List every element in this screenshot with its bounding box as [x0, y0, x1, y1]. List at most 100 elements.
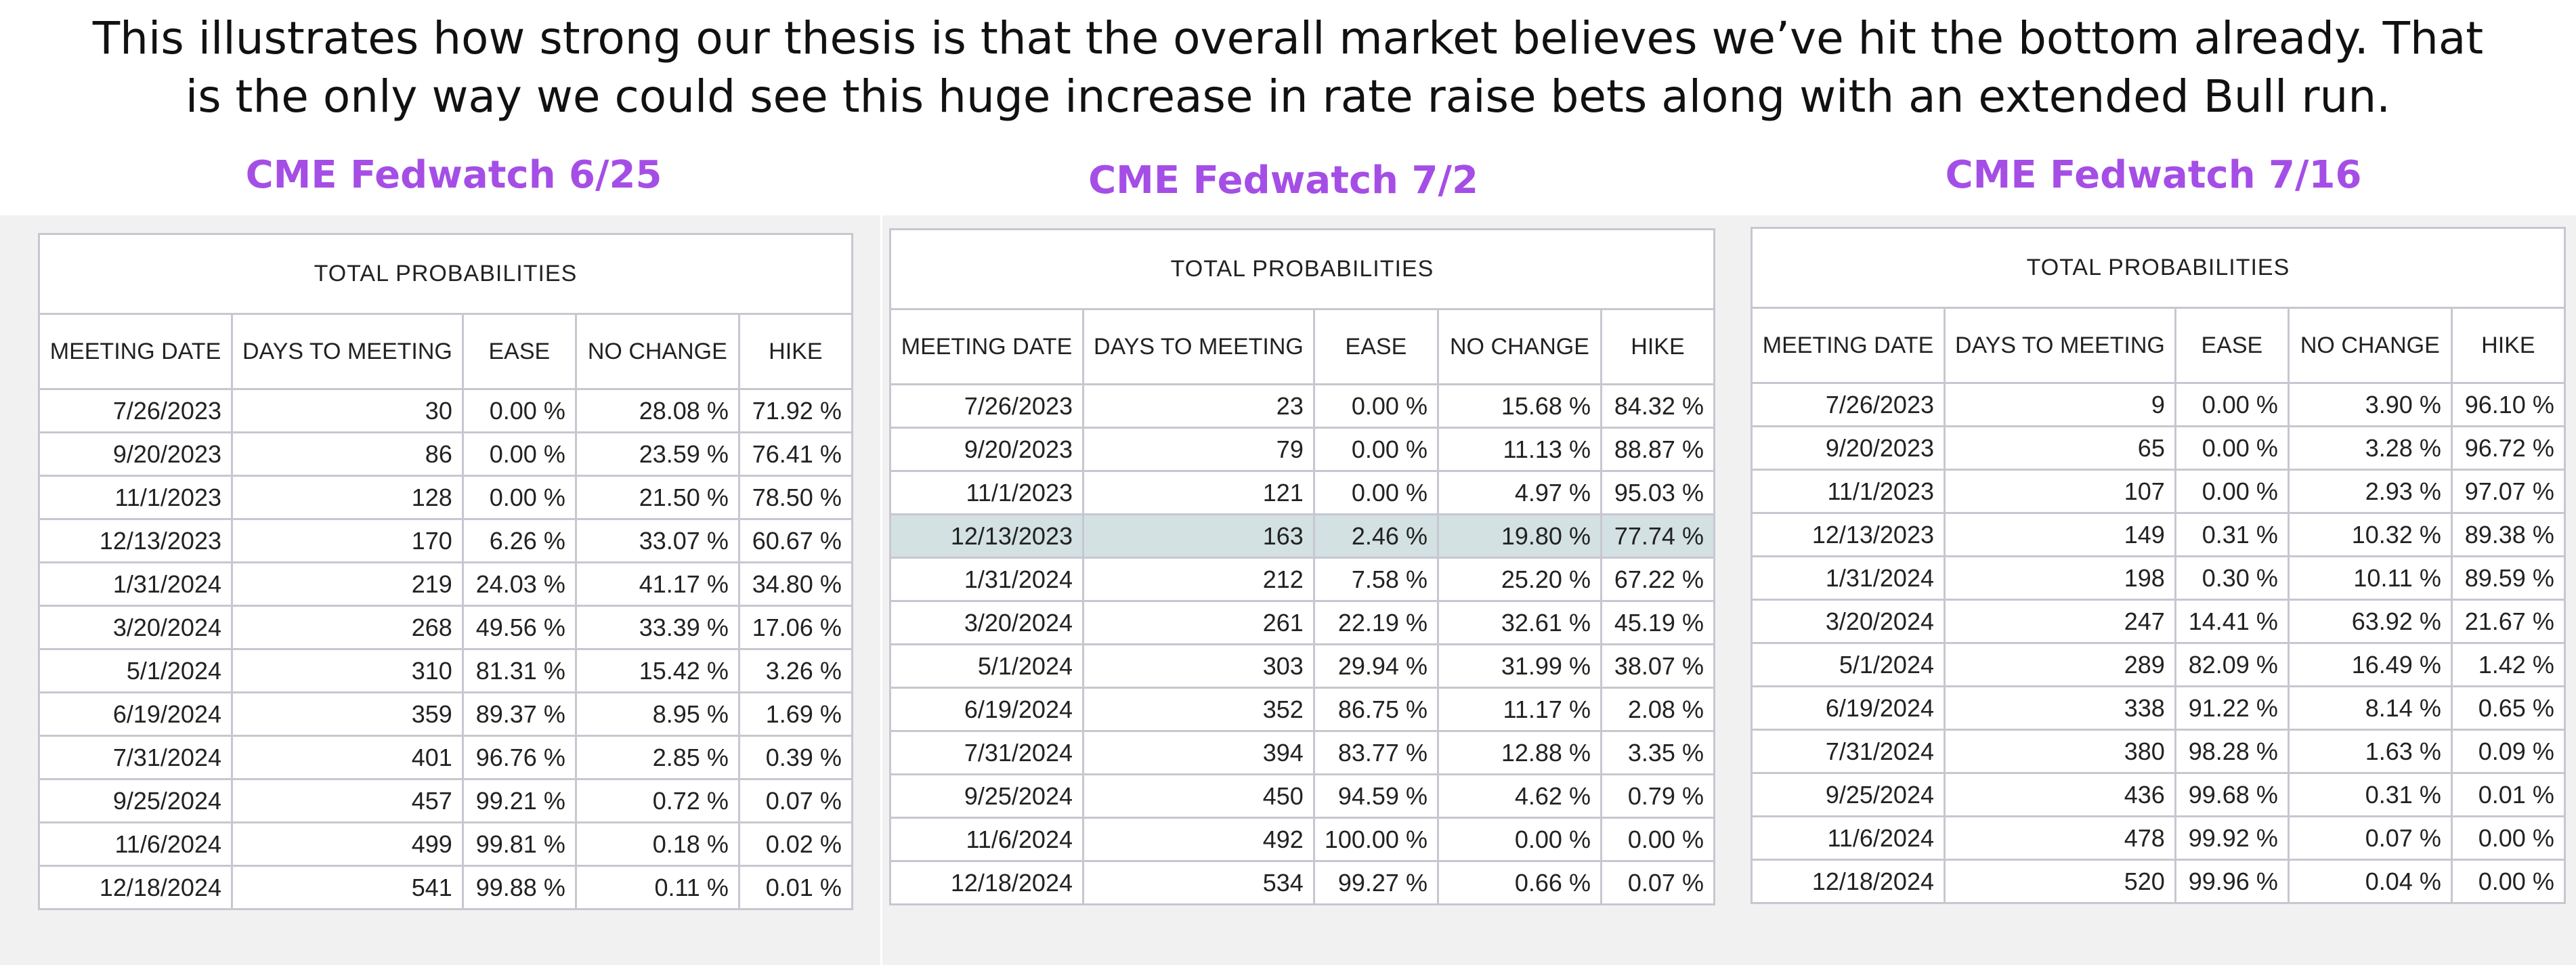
table-row: 7/31/2024 380 98.28 % 1.63 % 0.09 % — [1751, 729, 2566, 774]
panel-title-6-25: CME Fedwatch 6/25 — [245, 153, 662, 197]
table-row: 12/18/2024 541 99.88 % 0.11 % 0.01 % — [38, 865, 853, 910]
panel-title-7-2: CME Fedwatch 7/2 — [1088, 158, 1478, 202]
cell-days-to-meeting: 534 — [1082, 860, 1315, 905]
table-row: 12/13/2023 170 6.26 % 33.07 % 60.67 % — [38, 518, 853, 563]
cell-ease: 0.00 % — [461, 388, 577, 433]
cell-hike: 0.65 % — [2450, 685, 2566, 731]
table-row: 12/13/2023 149 0.31 % 10.32 % 89.38 % — [1751, 512, 2566, 557]
cell-hike: 0.00 % — [2450, 859, 2566, 904]
table-row: 12/18/2024 520 99.96 % 0.04 % 0.00 % — [1751, 859, 2566, 904]
column-header-days-to-meeting: DAYS TO MEETING — [1082, 308, 1315, 385]
table-row: 9/25/2024 450 94.59 % 4.62 % 0.79 % — [889, 773, 1715, 819]
cell-ease: 99.27 % — [1312, 860, 1439, 905]
table-row: 9/25/2024 436 99.68 % 0.31 % 0.01 % — [1751, 772, 2566, 817]
cell-no-change: 12.88 % — [1436, 730, 1602, 775]
cell-hike: 60.67 % — [737, 518, 853, 563]
cell-ease: 2.46 % — [1312, 513, 1439, 559]
table-row: 3/20/2024 247 14.41 % 63.92 % 21.67 % — [1751, 599, 2566, 644]
cell-hike: 17.06 % — [737, 605, 853, 650]
cell-days-to-meeting: 520 — [1944, 859, 2176, 904]
cell-meeting-date: 3/20/2024 — [38, 605, 233, 650]
cell-days-to-meeting: 149 — [1944, 512, 2176, 557]
cell-ease: 22.19 % — [1312, 600, 1439, 645]
probability-table-7-16: TOTAL PROBABILITIES MEETING DATE DAYS TO M… — [1751, 227, 2566, 904]
cell-ease: 0.00 % — [1312, 470, 1439, 515]
table-row: 7/26/2023 30 0.00 % 28.08 % 71.92 % — [38, 388, 853, 433]
cell-ease: 99.92 % — [2174, 815, 2290, 861]
column-header-hike: HIKE — [1600, 308, 1715, 385]
headline-line-1: This illustrates how strong our thesis i… — [92, 12, 2484, 64]
cell-days-to-meeting: 212 — [1082, 557, 1315, 602]
cell-meeting-date: 11/6/2024 — [889, 817, 1084, 862]
cell-no-change: 0.07 % — [2287, 815, 2453, 861]
cell-meeting-date: 11/1/2023 — [38, 475, 233, 520]
cell-hike: 0.00 % — [1600, 817, 1715, 862]
column-header-meeting-date: MEETING DATE — [38, 313, 233, 390]
cell-ease: 99.68 % — [2174, 772, 2290, 817]
column-header-ease: EASE — [2174, 307, 2290, 384]
cell-ease: 29.94 % — [1312, 643, 1439, 689]
cell-hike: 76.41 % — [737, 431, 853, 477]
cell-hike: 21.67 % — [2450, 599, 2566, 644]
cell-hike: 0.79 % — [1600, 773, 1715, 819]
cell-ease: 81.31 % — [461, 648, 577, 693]
cell-ease: 98.28 % — [2174, 729, 2290, 774]
cell-hike: 95.03 % — [1600, 470, 1715, 515]
cell-hike: 71.92 % — [737, 388, 853, 433]
cell-ease: 86.75 % — [1312, 687, 1439, 732]
cell-days-to-meeting: 219 — [231, 561, 464, 607]
headline: This illustrates how strong our thesis i… — [0, 9, 2576, 126]
cell-hike: 45.19 % — [1600, 600, 1715, 645]
column-header-days-to-meeting: DAYS TO MEETING — [231, 313, 464, 390]
cell-ease: 49.56 % — [461, 605, 577, 650]
cell-ease: 6.26 % — [461, 518, 577, 563]
table-row: 5/1/2024 310 81.31 % 15.42 % 3.26 % — [38, 648, 853, 693]
cell-meeting-date: 11/6/2024 — [1751, 815, 1946, 861]
cell-days-to-meeting: 478 — [1944, 815, 2176, 861]
probability-table-6-25: TOTAL PROBABILITIES MEETING DATE DAYS TO M… — [38, 233, 853, 910]
cell-no-change: 0.72 % — [574, 778, 740, 823]
cell-ease: 0.00 % — [2174, 382, 2290, 427]
cell-no-change: 41.17 % — [574, 561, 740, 607]
column-header-ease: EASE — [1312, 308, 1439, 385]
cell-no-change: 0.31 % — [2287, 772, 2453, 817]
cell-ease: 89.37 % — [461, 691, 577, 737]
cell-hike: 67.22 % — [1600, 557, 1715, 602]
cell-meeting-date: 12/18/2024 — [38, 865, 233, 910]
cell-ease: 83.77 % — [1312, 730, 1439, 775]
column-header-hike: HIKE — [737, 313, 853, 390]
cell-meeting-date: 6/19/2024 — [38, 691, 233, 737]
cell-ease: 96.76 % — [461, 735, 577, 780]
cell-days-to-meeting: 79 — [1082, 427, 1315, 472]
table-caption: TOTAL PROBABILITIES — [889, 228, 1715, 310]
cell-no-change: 1.63 % — [2287, 729, 2453, 774]
column-header-no-change: NO CHANGE — [574, 313, 740, 390]
cell-no-change: 25.20 % — [1436, 557, 1602, 602]
cell-no-change: 0.04 % — [2287, 859, 2453, 904]
table-row: 6/19/2024 359 89.37 % 8.95 % 1.69 % — [38, 691, 853, 737]
cell-meeting-date: 7/31/2024 — [1751, 729, 1946, 774]
cell-no-change: 33.07 % — [574, 518, 740, 563]
cell-hike: 0.02 % — [737, 821, 853, 867]
cell-days-to-meeting: 359 — [231, 691, 464, 737]
table-row: 11/6/2024 478 99.92 % 0.07 % 0.00 % — [1751, 815, 2566, 861]
cell-meeting-date: 12/18/2024 — [889, 860, 1084, 905]
table-row: 3/20/2024 268 49.56 % 33.39 % 17.06 % — [38, 605, 853, 650]
table-row: 3/20/2024 261 22.19 % 32.61 % 45.19 % — [889, 600, 1715, 645]
cell-meeting-date: 12/13/2023 — [1751, 512, 1946, 557]
cell-no-change: 10.32 % — [2287, 512, 2453, 557]
cell-no-change: 21.50 % — [574, 475, 740, 520]
table-row: 7/26/2023 9 0.00 % 3.90 % 96.10 % — [1751, 382, 2566, 427]
cell-no-change: 11.13 % — [1436, 427, 1602, 472]
cell-hike: 89.38 % — [2450, 512, 2566, 557]
cell-meeting-date: 11/1/2023 — [1751, 469, 1946, 514]
table-caption: TOTAL PROBABILITIES — [1751, 227, 2566, 309]
table-caption: TOTAL PROBABILITIES — [38, 233, 853, 315]
cell-meeting-date: 1/31/2024 — [1751, 555, 1946, 601]
table-row: 11/1/2023 121 0.00 % 4.97 % 95.03 % — [889, 470, 1715, 515]
cell-no-change: 8.14 % — [2287, 685, 2453, 731]
cell-hike: 0.09 % — [2450, 729, 2566, 774]
cell-no-change: 10.11 % — [2287, 555, 2453, 601]
cell-days-to-meeting: 457 — [231, 778, 464, 823]
cell-meeting-date: 9/25/2024 — [889, 773, 1084, 819]
